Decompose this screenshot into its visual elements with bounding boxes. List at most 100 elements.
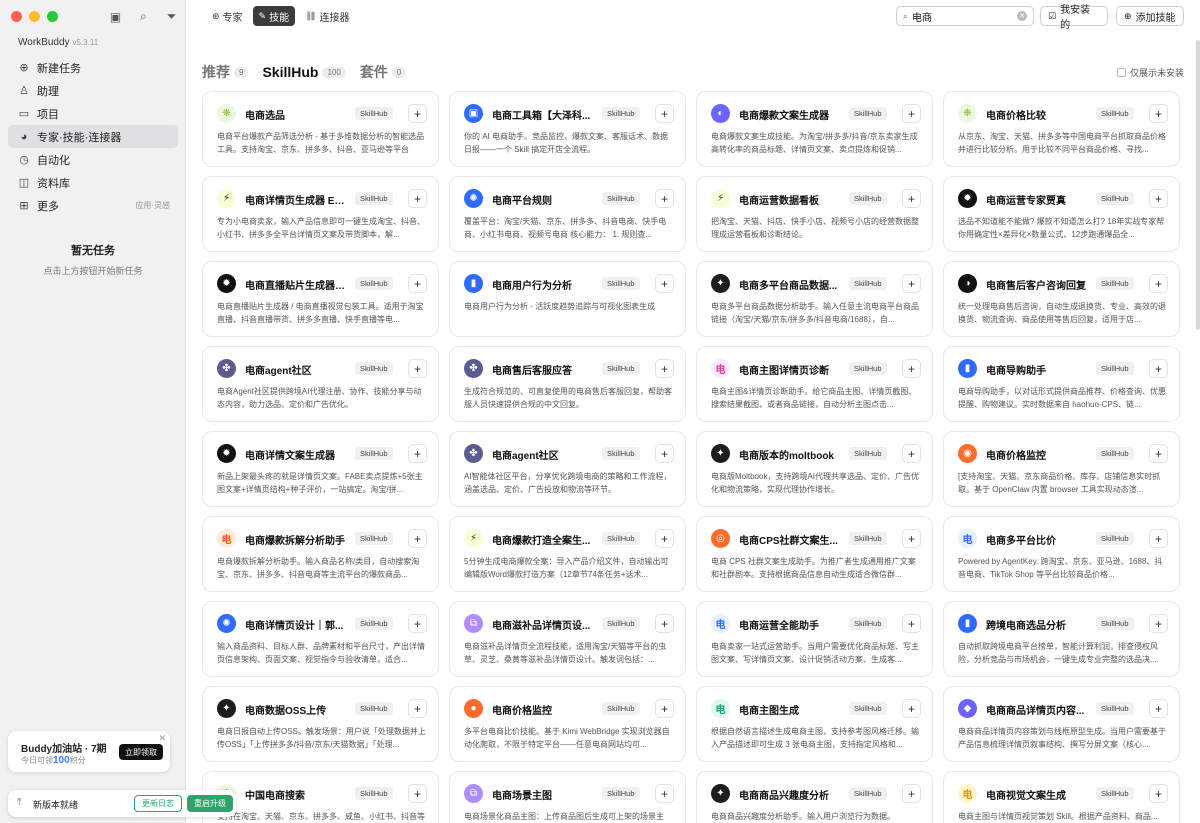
add-skill-plus-button[interactable]: + (902, 359, 921, 378)
skill-card[interactable]: ▣ 电商工具箱【大泽科... SkillHub + 你的 AI 电商助手。竞品监控、爆款… (449, 91, 686, 167)
close-window-button[interactable] (11, 11, 22, 22)
skill-card[interactable]: 电电商视觉文案生成 SkillHub + 电商主图与详情页视觉策划 Skill。根据产… (943, 771, 1180, 823)
add-skill-plus-button[interactable]: + (1149, 614, 1168, 633)
search-icon[interactable]: ⌕ (136, 9, 151, 24)
skill-card[interactable]: ⚡ 电商运营数据看板 SkillHub + 把淘宝、天猫、抖店、快手小店、视频号小店的经… (696, 176, 933, 252)
add-skill-plus-button[interactable]: + (902, 529, 921, 548)
skill-card[interactable]: 电电商运营全能助手 SkillHub + 电商卖家一站式运营助手。当用户需要优化商品标… (696, 601, 933, 677)
tab-connectors[interactable]: ⛓ 连接器 (299, 6, 355, 26)
skill-card[interactable]: ✦ 电商商品兴趣度分析 SkillHub + 电商商品兴趣度分析助手。输入用户浏览行为数… (696, 771, 933, 823)
add-skill-plus-button[interactable]: + (655, 189, 674, 208)
add-skill-plus-button[interactable]: + (408, 699, 427, 718)
section-tab-suites[interactable]: 套件 0 (360, 62, 407, 82)
skill-card[interactable]: ▮ 跨境电商选品分析 SkillHub + 自动抓取跨境电商平台榜单，智能计算利润，排查… (943, 601, 1180, 677)
claim-button[interactable]: 立即领取 (119, 744, 163, 760)
skill-card[interactable]: ◆ 电商商品详情页内容... SkillHub + 电商商品详情页内容策划与线框原型生成… (943, 686, 1180, 762)
add-skill-plus-button[interactable]: + (408, 444, 427, 463)
only-uninstalled-toggle[interactable]: 仅展示未安装 (1117, 66, 1184, 79)
nav-more[interactable]: ⊞ 更多 应用·灵感 (8, 194, 178, 217)
add-skill-plus-button[interactable]: + (655, 614, 674, 633)
add-skill-plus-button[interactable]: + (408, 359, 427, 378)
scrollbar[interactable] (1196, 40, 1200, 330)
skill-card[interactable]: ◐ 电商爆款文案生成器 SkillHub + 电商爆款文案生成技能。为淘宝/拼多多/抖音… (696, 91, 933, 167)
skill-card[interactable]: ◑ 电商售后客户咨询回复 SkillHub + 统一处理电商售后咨询，自动生成退换货、专… (943, 261, 1180, 337)
skill-card[interactable]: ✦ 电商多平台商品数据... SkillHub + 电商多平台商品数据分析助手。输入任意… (696, 261, 933, 337)
skill-card[interactable]: ◉ 电商价格监控 SkillHub + [支持淘宝、天猫、京东商品价格、库存、店铺信息实… (943, 431, 1180, 507)
skill-card[interactable]: ⚡ 电商详情页生成器 E-... SkillHub + 专为小电商卖家，输入产品信息即可… (202, 176, 439, 252)
add-skill-plus-button[interactable]: + (1149, 359, 1168, 378)
skill-card[interactable]: ◎ 电商CPS社群文案生... SkillHub + 电商 CPS 社群文案生成助手。为… (696, 516, 933, 592)
add-skill-plus-button[interactable]: + (902, 784, 921, 803)
close-icon[interactable]: ✕ (158, 733, 166, 744)
add-skill-plus-button[interactable]: + (902, 189, 921, 208)
checkbox[interactable] (1117, 68, 1126, 77)
nav-experts-skills[interactable]: ◕ 专家·技能·连接器 (8, 125, 178, 148)
add-skill-plus-button[interactable]: + (1149, 444, 1168, 463)
skill-card[interactable]: ● 电商价格监控 SkillHub + 多平台电商比价技能。基于 Kimi WebBri… (449, 686, 686, 762)
skill-card[interactable]: ✺ 电商平台规则 SkillHub + 覆盖平台：淘宝/天猫、京东、拼多多、抖音电商、快… (449, 176, 686, 252)
add-skill-plus-button[interactable]: + (902, 104, 921, 123)
add-skill-plus-button[interactable]: + (1149, 784, 1168, 803)
add-skill-plus-button[interactable]: + (408, 274, 427, 293)
skill-card[interactable]: 电电商主图生成 SkillHub + 根据自然语言描述生成电商主图，支持参考图风格迁移… (696, 686, 933, 762)
skill-card[interactable]: ▮ 电商导购助手 SkillHub + 电商导购助手，以对话形式提供商品推荐、价格查询、… (943, 346, 1180, 422)
skill-card[interactable]: 电电商爆款拆解分析助手 SkillHub + 电商爆款拆解分析助手。输入商品名称/类目… (202, 516, 439, 592)
add-skill-plus-button[interactable]: + (1149, 529, 1168, 548)
add-skill-plus-button[interactable]: + (902, 274, 921, 293)
add-skill-plus-button[interactable]: + (1149, 699, 1168, 718)
add-skill-plus-button[interactable]: + (655, 104, 674, 123)
add-skill-plus-button[interactable]: + (408, 104, 427, 123)
skill-card[interactable]: ✹ 电商详情文案生成器 SkillHub + 新品上架最头疼的就是详情页文案。FABE卖… (202, 431, 439, 507)
skill-card[interactable]: ⚡ 电商爆款打造全案生... SkillHub +5分钟生成电商爆款全案：导入产品介绍… (449, 516, 686, 592)
skill-card[interactable]: ❋ 电商选品 SkillHub + 电商平台爆款产品筛选分析 - 基于多维数据分析的智能… (202, 91, 439, 167)
skill-card[interactable]: ❋ 电商价格比较 SkillHub + 从京东、淘宝、天猫、拼多多等中国电商平台抓取商品… (943, 91, 1180, 167)
minimize-window-button[interactable] (29, 11, 40, 22)
add-skill-plus-button[interactable]: + (408, 614, 427, 633)
add-skill-plus-button[interactable]: + (655, 699, 674, 718)
add-skill-plus-button[interactable]: + (1149, 189, 1168, 208)
nav-automation[interactable]: ◷ 自动化 (8, 148, 178, 171)
add-skill-plus-button[interactable]: + (1149, 274, 1168, 293)
restart-upgrade-button[interactable]: 重启升级 (187, 795, 233, 812)
nav-new-task[interactable]: ⊕ 新建任务 (8, 56, 178, 79)
add-skill-plus-button[interactable]: + (655, 274, 674, 293)
skill-card[interactable]: ✦ 电商数据OSS上传 SkillHub + 电商日报自动上传OSS。触发场景：用户说「… (202, 686, 439, 762)
add-skill-plus-button[interactable]: + (1149, 104, 1168, 123)
skill-card[interactable]: ✹ 电商直播贴片生成器 /... SkillHub + 电商直播贴片生成器 / 电商直播… (202, 261, 439, 337)
section-tab-recommended[interactable]: 推荐 9 (202, 62, 249, 82)
nav-library[interactable]: ◫ 资料库 (8, 171, 178, 194)
add-skill-plus-button[interactable]: + (655, 529, 674, 548)
add-skill-plus-button[interactable]: + (902, 699, 921, 718)
section-tab-skillhub[interactable]: SkillHub 100 (262, 64, 346, 80)
skill-card[interactable]: ✤ 电商agent社区 SkillHub + AI智能体社区平台，分享优化跨境电商的策略… (449, 431, 686, 507)
skill-card[interactable]: ❋中国电商搜索SkillHub+支持在淘宝、天猫、京东、拼多多、咸鱼、小红书、抖… (202, 771, 439, 823)
skill-card[interactable]: 电电商多平台比价 SkillHub + Powered by AgentKey. 跨淘… (943, 516, 1180, 592)
nav-projects[interactable]: ▭ 项目 (8, 102, 178, 125)
skill-card[interactable]: ✹ 电商运营专家贾真 SkillHub + 选品不知道能不能做? 爆款不知道怎么打? 1… (943, 176, 1180, 252)
add-skill-plus-button[interactable]: + (902, 444, 921, 463)
add-skill-plus-button[interactable]: + (408, 529, 427, 548)
nav-assistant[interactable]: ♙ 助理 (8, 79, 178, 102)
skill-card[interactable]: 电电商主图详情页诊断 SkillHub + 电商主图&详情页诊断助手。给它商品主图、详… (696, 346, 933, 422)
add-skill-plus-button[interactable]: + (408, 784, 427, 803)
tab-experts[interactable]: ⊛ 专家 (206, 6, 249, 26)
skill-card[interactable]: ⧉ 电商场景主图 SkillHub + 电商场景化商品主图：上传商品图后生成可上架的场景… (449, 771, 686, 823)
skill-card[interactable]: ▮ 电商用户行为分析 SkillHub + 电商用户行为分析 - 活跃度趋势追踪与可视化… (449, 261, 686, 337)
installed-button[interactable]: ☑ 我安装的 (1040, 5, 1108, 31)
skill-card[interactable]: ⧉ 电商滋补品详情页设... SkillHub + 电商滋补品详情页全流程技能，适用淘宝… (449, 601, 686, 677)
maximize-window-button[interactable] (47, 11, 58, 22)
skill-card[interactable]: ✦ 电商版本的moltbook SkillHub + 电商版Moltbook，支持跨境A… (696, 431, 933, 507)
tab-skills[interactable]: ✎ 技能 (252, 6, 296, 26)
add-skill-plus-button[interactable]: + (408, 189, 427, 208)
clear-search-icon[interactable]: ✕ (1017, 11, 1027, 21)
add-skill-plus-button[interactable]: + (655, 444, 674, 463)
skill-card[interactable]: ✺ 电商详情页设计｜郭... SkillHub + 输入商品资料、目标人群、品牌素材和平… (202, 601, 439, 677)
changelog-button[interactable]: 更新日志 (134, 795, 182, 812)
sidebar-toggle-icon[interactable]: ▣ (108, 9, 123, 24)
search-input[interactable]: ⌕ 电商 ✕ (896, 6, 1034, 26)
add-skill-plus-button[interactable]: + (655, 359, 674, 378)
add-skill-plus-button[interactable]: + (655, 784, 674, 803)
add-skill-plus-button[interactable]: + (902, 614, 921, 633)
skill-card[interactable]: ✤ 电商agent社区 SkillHub + 电商Agent社区提供跨境AI代理注册、协… (202, 346, 439, 422)
skill-card[interactable]: ✤ 电商售后客服应答 SkillHub + 生成符合规范的、可直复使用的电商售后客服回复… (449, 346, 686, 422)
